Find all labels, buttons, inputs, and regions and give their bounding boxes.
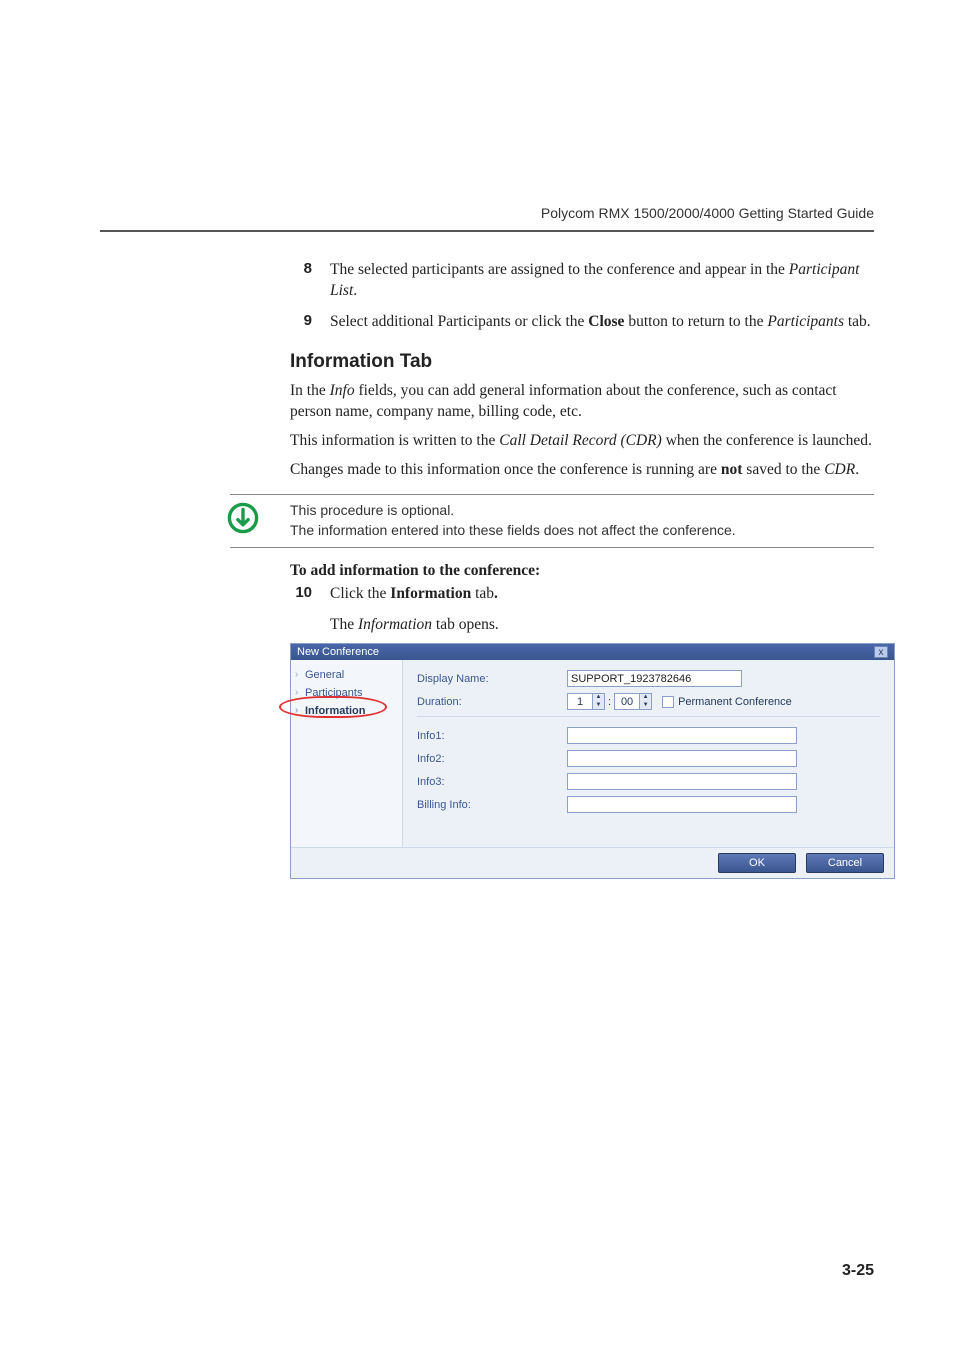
text: In the	[290, 382, 330, 399]
bold: not	[721, 461, 743, 478]
note-line: The information entered into these field…	[290, 521, 874, 541]
minutes-spinner[interactable]: 00 ▲▼	[614, 693, 652, 710]
text: .	[353, 282, 357, 299]
dialog-title-text: New Conference	[297, 646, 379, 658]
label-info1: Info1:	[417, 730, 567, 742]
bold: Information	[390, 585, 471, 602]
display-name-input[interactable]	[567, 670, 742, 687]
italic: Participants	[767, 313, 844, 330]
nav-item-participants[interactable]: Participants	[291, 684, 402, 702]
paragraph: In the Info fields, you can add general …	[290, 381, 874, 423]
billing-input[interactable]	[567, 796, 797, 813]
cancel-button[interactable]: Cancel	[806, 853, 884, 873]
minutes-value: 00	[615, 696, 639, 708]
label-info2: Info2:	[417, 753, 567, 765]
text: saved to the	[742, 461, 824, 478]
hours-spinner[interactable]: 1 ▲▼	[567, 693, 605, 710]
italic: Info	[330, 382, 355, 399]
nav-item-general[interactable]: General	[291, 666, 402, 684]
label-duration: Duration:	[417, 696, 567, 708]
bold: .	[494, 585, 498, 602]
page-number: 3-25	[842, 1262, 874, 1280]
text: Changes made to this information once th…	[290, 461, 721, 478]
dialog-titlebar[interactable]: New Conference x	[291, 644, 894, 660]
label-billing: Billing Info:	[417, 799, 567, 811]
dialog-footer: OK Cancel	[291, 847, 894, 878]
note-icon	[226, 501, 260, 535]
dialog-nav: General Participants Information	[291, 660, 403, 847]
procedure-heading: To add information to the conference:	[290, 562, 874, 580]
info2-input[interactable]	[567, 750, 797, 767]
note-block: This procedure is optional. The informat…	[230, 494, 874, 547]
header-rule	[100, 230, 874, 232]
text: tab	[471, 585, 494, 602]
step-8: 8 The selected participants are assigned…	[290, 260, 874, 302]
italic: CDR	[824, 461, 855, 478]
label-display-name: Display Name:	[417, 673, 567, 685]
colon: :	[608, 696, 611, 708]
hours-value: 1	[568, 696, 592, 708]
text: Click the	[330, 585, 390, 602]
close-icon[interactable]: x	[874, 646, 888, 658]
step-number: 8	[290, 260, 312, 302]
ok-button[interactable]: OK	[718, 853, 796, 873]
paragraph: This information is written to the Call …	[290, 431, 874, 452]
step-body: Select additional Participants or click …	[330, 312, 871, 333]
step-body: The selected participants are assigned t…	[330, 260, 874, 302]
italic: Information	[358, 616, 432, 633]
checkbox-box[interactable]	[662, 696, 674, 708]
text: when the conference is launched.	[662, 432, 872, 449]
row-info2: Info2:	[417, 750, 880, 767]
text: Select additional Participants or click …	[330, 313, 588, 330]
text: tab.	[844, 313, 871, 330]
running-header: Polycom RMX 1500/2000/4000 Getting Start…	[541, 205, 874, 221]
italic: Call Detail Record (CDR)	[499, 432, 662, 449]
text: The	[330, 616, 358, 633]
row-billing: Billing Info:	[417, 796, 880, 813]
row-display-name: Display Name:	[417, 670, 880, 687]
divider	[417, 716, 880, 717]
text: The selected participants are assigned t…	[330, 261, 789, 278]
text: fields, you can add general information …	[290, 382, 837, 420]
checkbox-label: Permanent Conference	[678, 696, 792, 708]
text: tab opens.	[432, 616, 499, 633]
info1-input[interactable]	[567, 727, 797, 744]
bold: Close	[588, 313, 624, 330]
row-info1: Info1:	[417, 727, 880, 744]
label-info3: Info3:	[417, 776, 567, 788]
dialog-main: Display Name: Duration: 1 ▲▼ : 00 ▲▼	[403, 660, 894, 847]
step-9: 9 Select additional Participants or clic…	[290, 312, 874, 333]
text: .	[855, 461, 859, 478]
permanent-conference-checkbox[interactable]: Permanent Conference	[662, 696, 792, 708]
step-body: Click the Information tab.	[330, 584, 498, 605]
step-number: 9	[290, 312, 312, 333]
info3-input[interactable]	[567, 773, 797, 790]
spinner-buttons[interactable]: ▲▼	[592, 694, 604, 709]
row-info3: Info3:	[417, 773, 880, 790]
spinner-buttons[interactable]: ▲▼	[639, 694, 651, 709]
text: button to return to the	[624, 313, 767, 330]
result-line: The Information tab opens.	[330, 615, 874, 636]
step-number: 10	[290, 584, 312, 605]
nav-item-information[interactable]: Information	[291, 702, 402, 720]
note-line: This procedure is optional.	[290, 501, 874, 521]
new-conference-dialog: New Conference x General Participants In…	[290, 643, 895, 879]
section-heading: Information Tab	[290, 351, 874, 373]
text: This information is written to the	[290, 432, 499, 449]
row-duration: Duration: 1 ▲▼ : 00 ▲▼ Permanent Confe	[417, 693, 880, 710]
paragraph: Changes made to this information once th…	[290, 460, 874, 481]
step-10: 10 Click the Information tab.	[290, 584, 874, 605]
